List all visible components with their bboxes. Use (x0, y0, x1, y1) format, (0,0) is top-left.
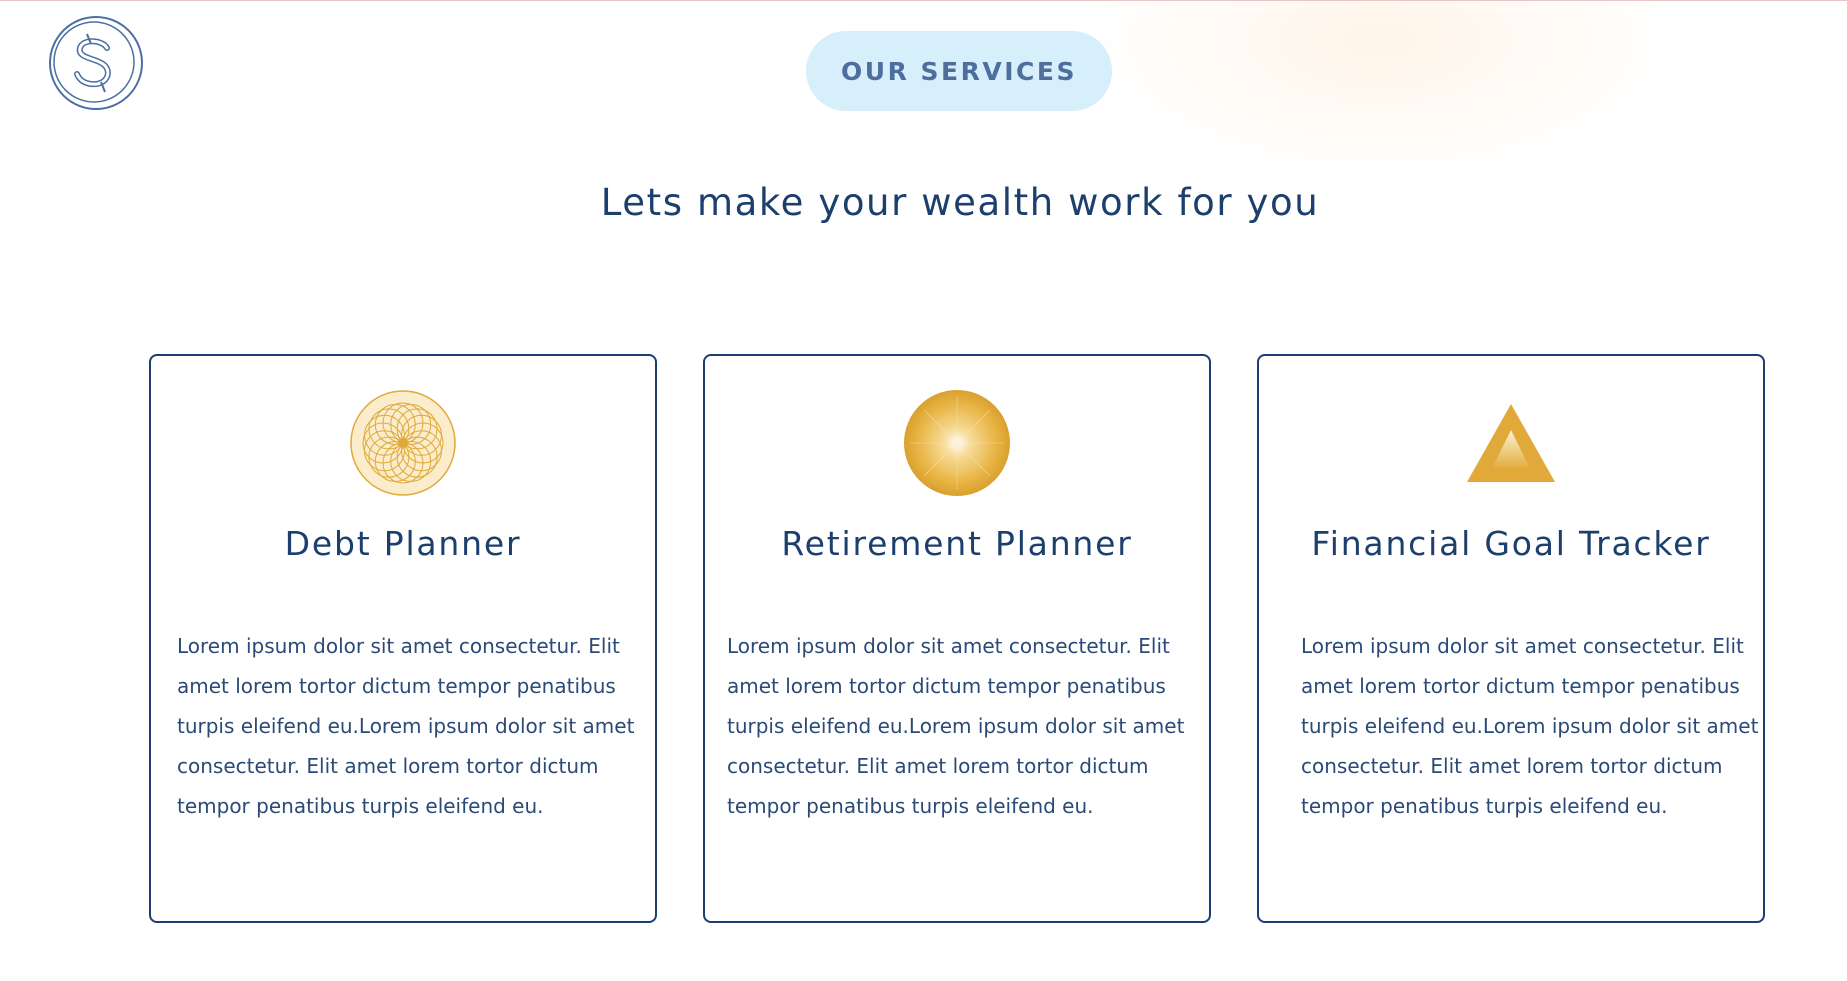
card-description: Lorem ipsum dolor sit amet consectetur. … (1301, 634, 1759, 818)
dollar-coin-logo-icon[interactable] (47, 14, 145, 112)
our-services-badge[interactable]: OUR SERVICES (806, 31, 1112, 111)
services-section: OUR SERVICES Lets make your wealth work … (0, 0, 1847, 981)
our-services-label: OUR SERVICES (841, 56, 1077, 86)
service-card-debt-planner[interactable]: Debt Planner Lorem ipsum dolor sit amet … (149, 354, 657, 923)
section-headline: Lets make your wealth work for you (600, 181, 1320, 224)
card-title: Retirement Planner (781, 524, 1133, 563)
top-divider (0, 0, 1847, 1)
card-description: Lorem ipsum dolor sit amet consectetur. … (727, 634, 1185, 818)
service-card-financial-goal-tracker[interactable]: Financial Goal Tracker Lorem ipsum dolor… (1257, 354, 1765, 923)
card-title: Financial Goal Tracker (1311, 524, 1711, 563)
card-description: Lorem ipsum dolor sit amet consectetur. … (177, 634, 635, 818)
card-title: Debt Planner (284, 524, 522, 563)
golden-triangle-icon (1458, 390, 1564, 496)
spirograph-circle-icon (350, 390, 456, 496)
golden-sphere-icon (904, 390, 1010, 496)
service-card-retirement-planner[interactable]: Retirement Planner Lorem ipsum dolor sit… (703, 354, 1211, 923)
